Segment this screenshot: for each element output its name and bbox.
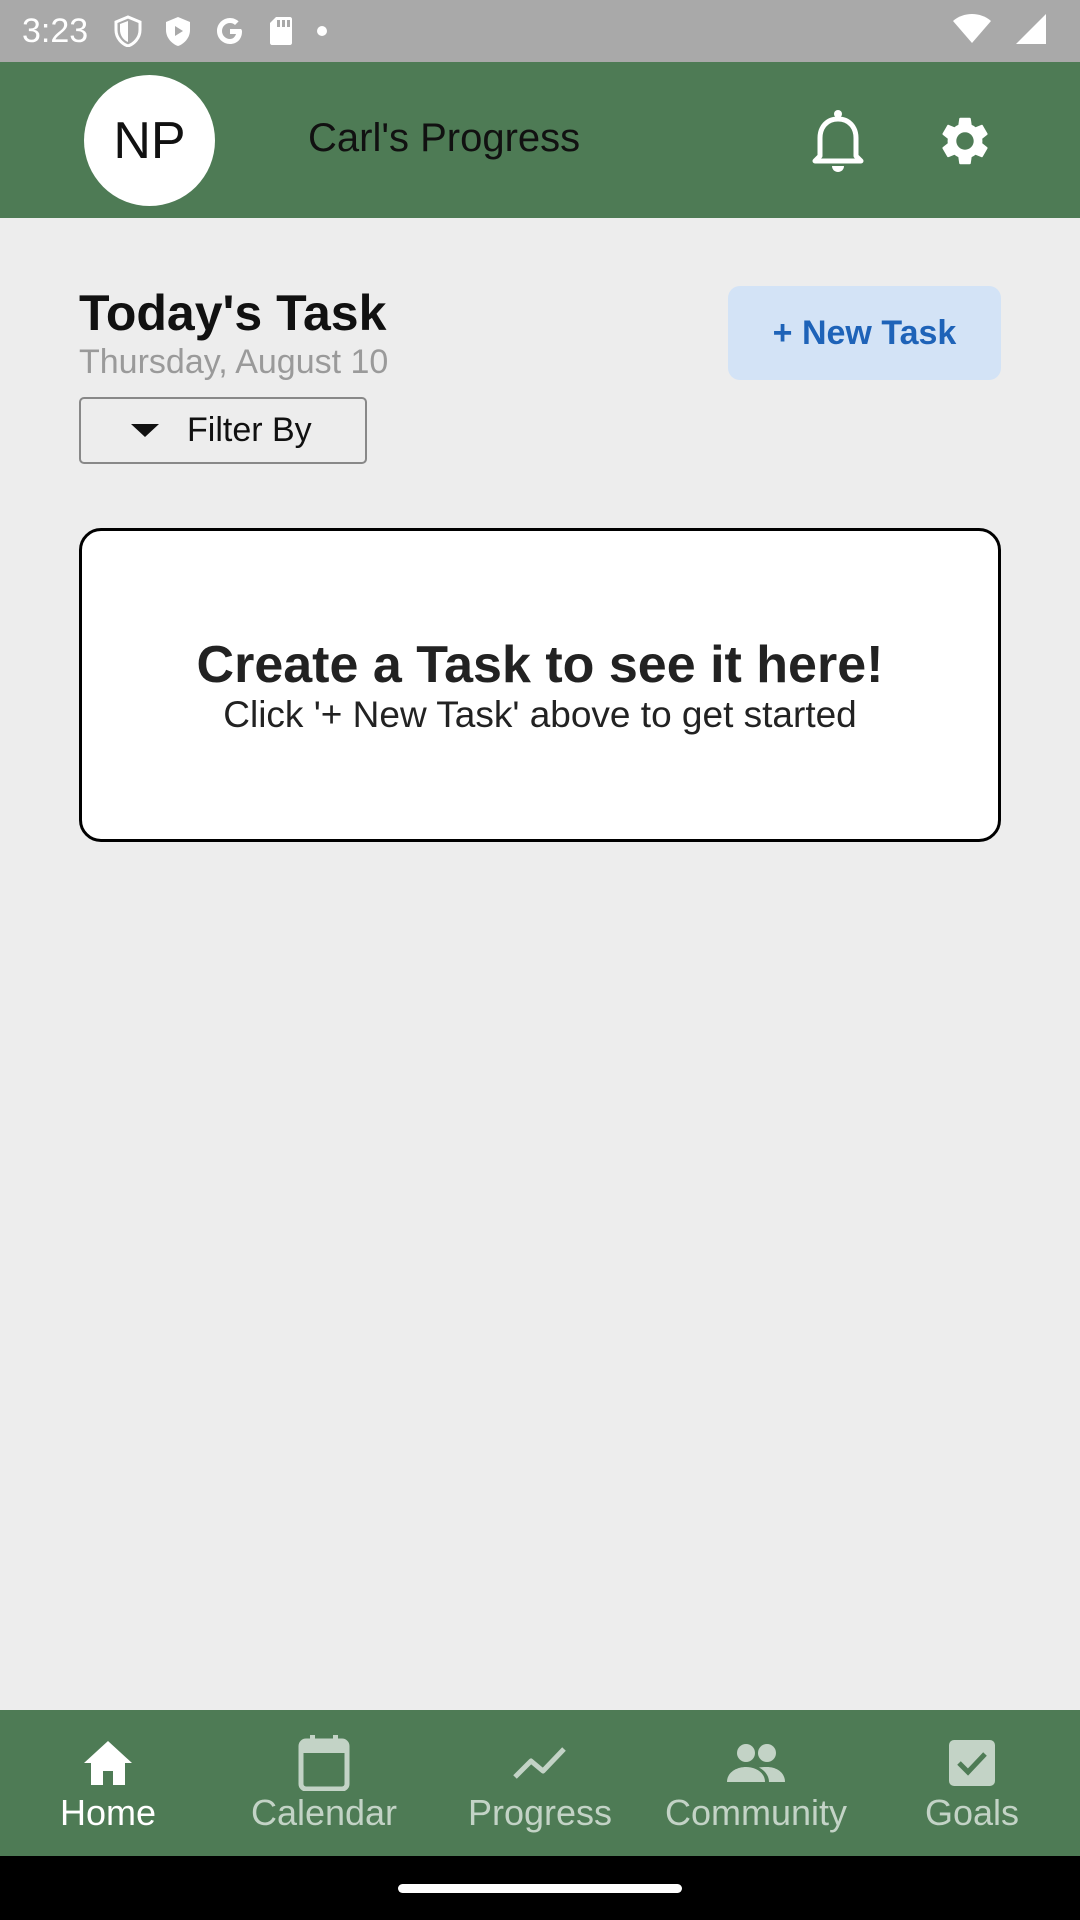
sd-card-icon [270,17,293,45]
checkbox-icon [947,1736,997,1790]
status-time: 3:23 [22,11,89,50]
nav-label-community: Community [664,1792,848,1833]
empty-state-title: Create a Task to see it here! [196,636,884,694]
signal-icon [1016,14,1046,44]
page-title: Carl's Progress [308,116,581,160]
people-icon [725,1736,787,1790]
nav-item-community[interactable]: Community [648,1710,864,1856]
avatar[interactable]: NP [84,75,215,206]
gear-icon [942,117,988,165]
filter-dropdown[interactable]: Filter By [79,397,367,464]
nav-item-progress[interactable]: Progress [432,1710,648,1856]
filter-label: Filter By [187,411,312,449]
nav-label-goals: Goals [924,1792,1020,1833]
nav-label-home: Home [59,1792,157,1833]
nav-item-calendar[interactable]: Calendar [216,1710,432,1856]
dropdown-arrow-icon [131,424,159,437]
nav-label-calendar: Calendar [250,1792,398,1833]
bottom-navigation: Home Calendar Progress Community Goals [0,1710,1080,1856]
trending-icon [513,1736,567,1790]
home-gesture-handle[interactable] [398,1884,682,1893]
status-system-icons [952,12,1048,46]
empty-state-card: Create a Task to see it here! Click '+ N… [79,528,1001,842]
new-task-button[interactable]: + New Task [728,286,1001,380]
nav-item-goals[interactable]: Goals [864,1710,1080,1856]
notifications-button[interactable] [808,108,868,174]
play-protect-icon [166,17,191,46]
status-bar: 3:23 [0,0,1080,62]
date-label: Thursday, August 10 [79,343,389,381]
wifi-icon [953,14,991,43]
dot-icon [317,26,328,36]
app-bar: NP Carl's Progress [0,62,1080,218]
nav-item-home[interactable]: Home [0,1710,216,1856]
system-gesture-bar [0,1856,1080,1920]
home-icon [82,1736,134,1790]
shield-icon [114,15,142,47]
settings-button[interactable] [936,112,994,170]
empty-state-subtitle: Click '+ New Task' above to get started [223,694,857,735]
google-icon [217,18,243,44]
calendar-icon [298,1735,350,1791]
bell-icon [812,110,864,172]
status-notification-icons [114,15,328,47]
section-heading: Today's Task [79,285,387,341]
nav-label-progress: Progress [467,1792,613,1833]
